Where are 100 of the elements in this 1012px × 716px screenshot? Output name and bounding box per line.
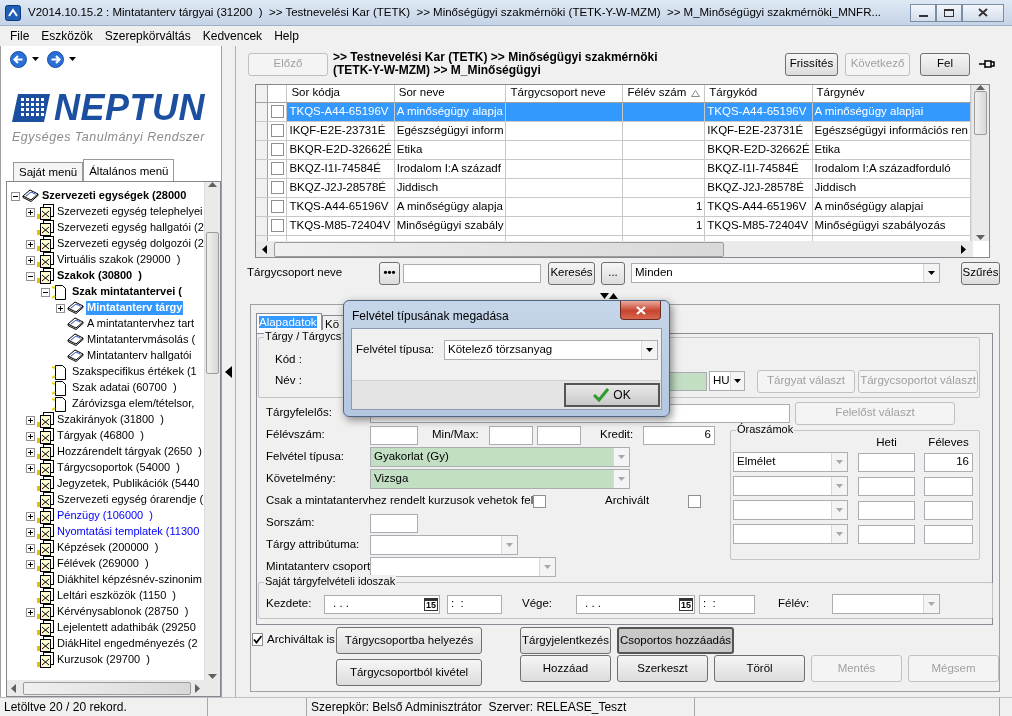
- action-button[interactable]: Töröl: [714, 655, 805, 682]
- language-dropdown[interactable]: HU: [709, 371, 745, 391]
- tree-item[interactable]: Mintatantervmásolás (: [86, 333, 197, 347]
- action-button[interactable]: Tárgyjelentkezés: [520, 627, 611, 654]
- credit-field[interactable]: 6: [643, 425, 715, 445]
- column-header[interactable]: Tárgycsoport neve: [506, 85, 623, 102]
- tree-item[interactable]: Lejelentett adathibák (29250: [56, 621, 197, 635]
- menu-tab[interactable]: Általános menü: [83, 159, 175, 181]
- tree-item[interactable]: Szervezeti egység telephelyei: [56, 205, 204, 219]
- tree-item[interactable]: A mintatantervhez tart: [86, 317, 195, 331]
- tree-item[interactable]: Nyomtatási templatek (11300: [56, 525, 201, 539]
- column-header: Féleves: [927, 436, 970, 450]
- table-row[interactable]: BKQZ-I1I-74584É Irodalom I:A századf BKQZ-I1I-74584É Irodalom I:A századforduló: [256, 159, 971, 178]
- tree-item[interactable]: Záróvizsga elem/tételsor,: [71, 397, 196, 411]
- table-cell: Irodalom I:A századf: [394, 159, 506, 178]
- logo-text: NEPTUN: [54, 90, 205, 126]
- start-time-field[interactable]: : :: [447, 594, 502, 614]
- tree-item[interactable]: Mintatanterv hallgatói: [86, 349, 193, 363]
- column-header: Heti: [875, 436, 898, 450]
- table-cell: BKQR-E2D-32662É: [286, 140, 395, 159]
- field-label: Min/Max:: [432, 428, 480, 442]
- more-button[interactable]: ...: [601, 261, 625, 285]
- search-button[interactable]: Keresés: [548, 261, 595, 285]
- checkbox-label: Archivált: [605, 494, 651, 508]
- field-label: Vége:: [522, 597, 554, 611]
- breadcrumb: >> Testnevelési Kar (TETK) >> Minőségügyi szakmérnöki (TETK-Y-W-MZM) >> M_Minőségügyi: [333, 51, 659, 77]
- table-cell: A minőségügy alapjai: [812, 197, 971, 216]
- ok-button[interactable]: OK: [564, 383, 660, 407]
- action-button[interactable]: Tárgycsoportból kivétel: [336, 659, 482, 686]
- menu-tab[interactable]: Saját menü: [13, 162, 84, 181]
- tree-item[interactable]: Virtuális szakok (29000 ): [56, 253, 182, 267]
- tree-item[interactable]: Pénzügy (106000 ): [56, 509, 154, 523]
- tree-item[interactable]: Szervezeti egységek (28000: [41, 189, 188, 203]
- column-header[interactable]: Sor neve: [394, 85, 506, 102]
- column-header[interactable]: Tárgynév: [812, 85, 971, 102]
- action-button[interactable]: Tárgycsoportba helyezés: [336, 627, 482, 654]
- table-cell: A minőségügy alapja: [394, 197, 506, 216]
- table-cell: BKQZ-I1I-74584É: [704, 159, 813, 178]
- start-date-field[interactable]: . . . 15: [324, 594, 440, 614]
- field-label: Félévszám:: [266, 428, 326, 442]
- menu-item[interactable]: Help: [268, 28, 305, 44]
- scope-dropdown[interactable]: Minden: [631, 263, 940, 283]
- column-header[interactable]: Tárgykód: [704, 85, 813, 102]
- table-cell: TKQS-M85-72404V: [286, 216, 395, 235]
- table-cell: 1: [622, 197, 705, 216]
- tree-item[interactable]: Kérvénysablonok (28750 ): [56, 605, 190, 619]
- field-label: Tárgyfelelős:: [266, 406, 333, 420]
- group-title: Saját tárgyfelvételi idoszak: [264, 575, 397, 589]
- field-label: Kezdete:: [266, 597, 313, 611]
- refresh-button[interactable]: Frissítés: [785, 52, 838, 76]
- tree-item[interactable]: Szervezeti egység órarendje (: [56, 493, 204, 507]
- filter-button[interactable]: Szűrés: [961, 261, 1000, 285]
- tree-item[interactable]: Szakirányok (31800 ): [56, 413, 165, 427]
- tree-item[interactable]: Szak mintatantervei (: [71, 285, 184, 299]
- calendar-button[interactable]: 15: [424, 597, 438, 611]
- tree-item[interactable]: Tárgyak (46800 ): [56, 429, 145, 443]
- table-row[interactable]: BKQZ-J2J-28578É Jiddisch BKQZ-J2J-28578É Jiddisch: [256, 178, 971, 197]
- tree-item[interactable]: Szervezeti egység dolgozói (2: [56, 237, 204, 251]
- tree-item[interactable]: Diákhitel képzésnév-szinonim: [56, 573, 203, 587]
- calendar-button[interactable]: 15: [679, 597, 693, 611]
- menu-item[interactable]: Eszközök: [35, 28, 99, 44]
- table-cell: TKQS-A44-65196V: [704, 197, 813, 216]
- tree-item[interactable]: Félévek (269000 ): [56, 557, 150, 571]
- table-cell: IKQF-E2E-23731É: [286, 121, 395, 140]
- table-cell: Minőségügyi szabály: [394, 216, 506, 235]
- action-button[interactable]: Hozzáad: [520, 655, 611, 682]
- end-time-field[interactable]: : :: [699, 594, 755, 614]
- tree-item[interactable]: Képzések (200000 ): [56, 541, 160, 555]
- tree-item[interactable]: Szakspecifikus értékek (1: [71, 365, 198, 379]
- action-button[interactable]: Szerkeszt: [617, 655, 708, 682]
- menu-item[interactable]: Szerepkörváltás: [98, 28, 197, 44]
- tree-item[interactable]: Hozzárendelt tárgyak (2650 ): [56, 445, 203, 459]
- column-header[interactable]: Sor kódja: [286, 85, 395, 102]
- tree-item[interactable]: Szak adatai (60700 ): [71, 381, 178, 395]
- tree-item[interactable]: Tárgycsoportok (54000 ): [56, 461, 181, 475]
- options-button[interactable]: •••: [379, 261, 400, 285]
- table-cell: Egészségügyi inform: [394, 121, 506, 140]
- tree-item[interactable]: Kurzusok (29700 ): [56, 653, 151, 667]
- table-cell: Etika: [394, 140, 506, 159]
- tree-item[interactable]: Szakok (30800 ): [56, 269, 143, 283]
- enrollment-type-dropdown[interactable]: Kötelező törzsanyag: [444, 340, 658, 360]
- menu-item[interactable]: File: [4, 28, 36, 44]
- table-cell: BKQZ-J2J-28578É: [286, 178, 395, 197]
- tree-item[interactable]: Jegyzetek, Publikációk (5440: [56, 477, 201, 491]
- dialog-title: Felvétel típusának megadása: [352, 309, 509, 324]
- menu-item[interactable]: Kedvencek: [196, 28, 269, 44]
- table-cell: Jiddisch: [394, 178, 506, 197]
- end-date-field[interactable]: . . . 15: [576, 594, 695, 614]
- table-row[interactable]: TKQS-M85-72404V Minőségügyi szabály 1 TKQS-M85-72404V Minőségügyi szabályozás: [256, 216, 971, 235]
- tree-item[interactable]: DiákHitel engedményezés (2: [56, 637, 199, 651]
- field-label: Követelmény:: [266, 472, 337, 486]
- column-header[interactable]: Félév szám: [622, 85, 705, 102]
- table-row[interactable]: IKQF-E2E-23731É Egészségügyi inform IKQF-E2E-23731É Egészségügyi információs ren: [256, 121, 971, 140]
- field-label: Felvétel típusa:: [356, 343, 435, 357]
- action-button[interactable]: Csoportos hozzáadás: [617, 627, 734, 654]
- table-row[interactable]: BKQR-E2D-32662É Etika BKQR-E2D-32662É Etika: [256, 140, 971, 159]
- up-button[interactable]: Fel: [920, 52, 970, 76]
- tree-item[interactable]: Szervezeti egység hallgatói (2: [56, 221, 204, 235]
- table-row[interactable]: TKQS-A44-65196V A minőségügy alapja 1 TKQS-A44-65196V A minőségügy alapjai: [256, 197, 971, 216]
- tree-item[interactable]: Leltári eszközök (1150 ): [56, 589, 178, 603]
